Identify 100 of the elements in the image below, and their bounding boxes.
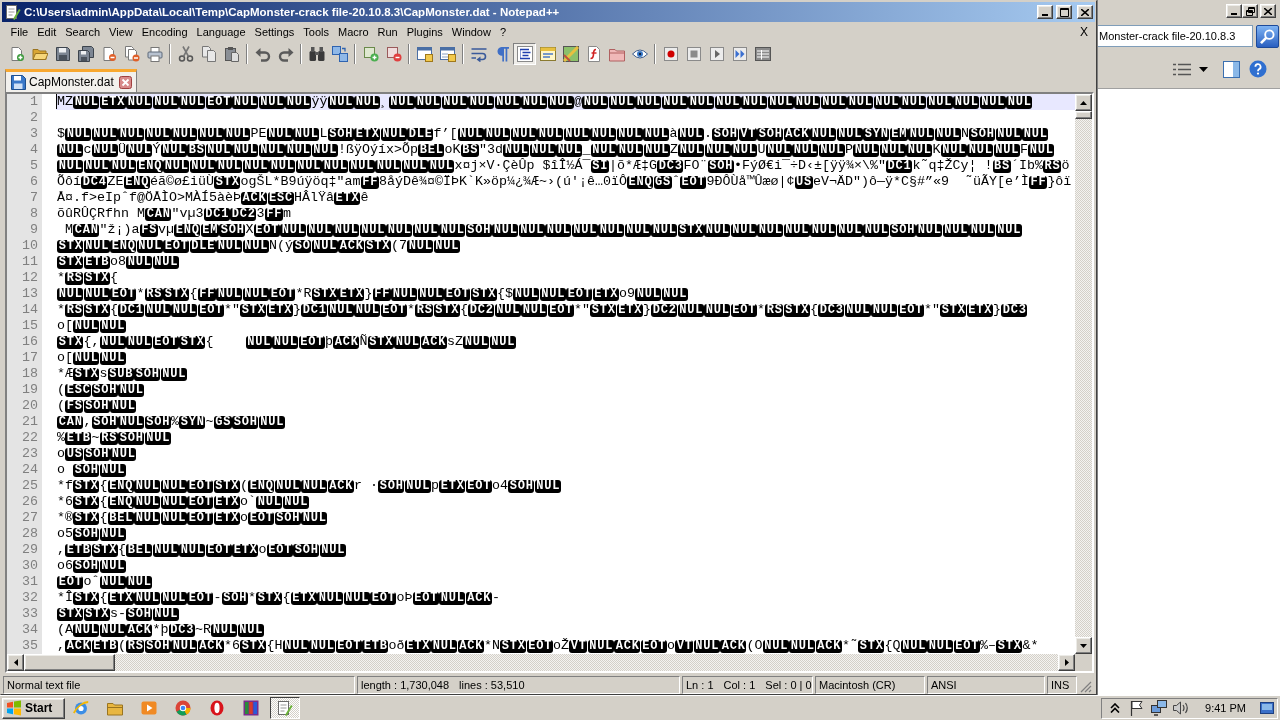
menu-item[interactable]: Window bbox=[447, 25, 496, 39]
menu-item[interactable]: File bbox=[6, 25, 33, 39]
control-character: NUL bbox=[539, 287, 566, 301]
menu-item[interactable]: Language bbox=[192, 25, 251, 39]
binoculars-icon bbox=[308, 46, 325, 62]
menu-item[interactable]: Encoding bbox=[137, 25, 193, 39]
menu-item[interactable]: Run bbox=[373, 25, 403, 39]
code-text: * bbox=[57, 302, 65, 317]
help-button[interactable] bbox=[1249, 60, 1267, 78]
control-character: SO bbox=[293, 239, 312, 253]
control-character: NUL bbox=[126, 143, 153, 157]
start-button[interactable]: Start bbox=[2, 697, 65, 719]
close-tab-icon[interactable] bbox=[118, 75, 132, 89]
code-text: F bbox=[1020, 142, 1028, 157]
control-character: NUL bbox=[99, 463, 126, 477]
control-character: SOH bbox=[219, 223, 246, 237]
menu-item[interactable]: Edit bbox=[32, 25, 61, 39]
control-character: NUL bbox=[205, 143, 232, 157]
control-character: NUL bbox=[979, 95, 1006, 109]
speaker-icon[interactable] bbox=[1173, 700, 1190, 716]
control-character: SOH bbox=[969, 127, 996, 141]
text-editor[interactable] bbox=[5, 92, 1094, 673]
code-text: }ôï bbox=[1047, 174, 1072, 189]
address-field[interactable]: Monster-crack file-20.10.8.3 bbox=[1098, 25, 1253, 47]
control-character: NUL bbox=[91, 127, 118, 141]
control-character: NUL bbox=[1006, 95, 1033, 109]
search-button[interactable] bbox=[1256, 24, 1279, 48]
control-character: SOH bbox=[126, 607, 153, 621]
restore-button[interactable] bbox=[1242, 4, 1258, 18]
minimize-button[interactable] bbox=[1226, 4, 1242, 18]
horizontal-scrollbar[interactable] bbox=[7, 654, 1075, 671]
close-icon bbox=[1081, 8, 1089, 16]
menu-item[interactable]: Search bbox=[60, 25, 105, 39]
indent-guide-button[interactable] bbox=[513, 43, 536, 65]
scrollbar-thumb[interactable] bbox=[24, 654, 115, 671]
control-character: SOH bbox=[889, 223, 916, 237]
right-triangle-icon bbox=[1064, 659, 1069, 666]
menu-item[interactable]: Tools bbox=[298, 25, 334, 39]
scrollbar-thumb[interactable] bbox=[1075, 111, 1092, 119]
control-character: DC3 bbox=[168, 623, 195, 637]
code-text: PE bbox=[250, 126, 267, 141]
control-character: NUL bbox=[179, 543, 206, 557]
control-character: NUL bbox=[144, 127, 171, 141]
control-character: CAN bbox=[73, 223, 100, 237]
preview-pane-button[interactable] bbox=[1223, 60, 1240, 78]
scroll-left-button[interactable] bbox=[7, 654, 24, 671]
status-text: Sel : 0 | 0 bbox=[765, 679, 812, 691]
control-character: ACK bbox=[614, 639, 641, 653]
close-button[interactable] bbox=[1077, 5, 1093, 19]
menu-item[interactable]: Settings bbox=[250, 25, 299, 39]
view-button[interactable] bbox=[1173, 62, 1191, 76]
control-character: RS bbox=[415, 303, 434, 317]
show-hidden-icons-button[interactable] bbox=[1110, 703, 1121, 713]
scroll-right-button[interactable] bbox=[1058, 654, 1075, 671]
resize-grip-icon[interactable] bbox=[1080, 681, 1092, 693]
code-text: o[ bbox=[57, 318, 73, 333]
document-tab[interactable]: CapMonster.dat bbox=[5, 69, 137, 92]
control-character: DC1 bbox=[886, 159, 913, 173]
clock[interactable]: 9:41 PM bbox=[1205, 702, 1246, 714]
code-text: *6 bbox=[57, 494, 73, 509]
code-text: {Q bbox=[884, 638, 901, 653]
control-character: NUL bbox=[83, 239, 110, 253]
code-text: { bbox=[110, 270, 118, 285]
close-document-button[interactable]: X bbox=[1078, 25, 1090, 39]
control-character: NUL bbox=[134, 591, 161, 605]
control-character: NUL bbox=[224, 127, 251, 141]
control-character: ETX bbox=[290, 591, 317, 605]
control-character: NUL bbox=[118, 127, 145, 141]
scroll-down-button[interactable] bbox=[1075, 637, 1092, 654]
control-character: NUL bbox=[99, 527, 126, 541]
line-number: 16 bbox=[22, 334, 38, 350]
close-button[interactable] bbox=[1260, 4, 1276, 18]
line-number: 31 bbox=[22, 574, 38, 590]
menu-item[interactable]: Plugins bbox=[402, 25, 448, 39]
code-text: oK bbox=[444, 142, 461, 157]
control-character: DC2 bbox=[651, 303, 678, 317]
control-character: EOT bbox=[640, 639, 667, 653]
code-text: $ bbox=[57, 126, 65, 141]
printer-icon bbox=[146, 46, 163, 62]
code-text: éã©ø£iüÙ bbox=[150, 174, 214, 189]
minimize-button[interactable] bbox=[1037, 5, 1053, 19]
taskbar-app-button[interactable] bbox=[270, 697, 300, 719]
scroll-up-button[interactable] bbox=[1075, 94, 1092, 111]
control-character: NUL bbox=[242, 287, 269, 301]
code-text: ogŠL*B9úÿöq‡"am bbox=[240, 174, 361, 189]
menu-item[interactable]: View bbox=[104, 25, 138, 39]
maximize-button[interactable] bbox=[1056, 5, 1072, 19]
flag-icon[interactable] bbox=[1129, 700, 1146, 716]
monitors-icon[interactable] bbox=[1151, 700, 1168, 716]
menu-item[interactable]: ? bbox=[495, 25, 511, 39]
vertical-scrollbar[interactable] bbox=[1075, 94, 1092, 654]
code-text: *N bbox=[484, 638, 500, 653]
view-menu-button[interactable] bbox=[1199, 66, 1208, 72]
menu-item[interactable]: Macro bbox=[333, 25, 374, 39]
square-plus-icon bbox=[362, 46, 379, 62]
control-character: SOH bbox=[378, 479, 405, 493]
control-character: NUL bbox=[311, 239, 338, 253]
control-character: NUL bbox=[635, 287, 662, 301]
control-character: NUL bbox=[245, 335, 272, 349]
show-desktop-button[interactable] bbox=[1260, 702, 1274, 714]
